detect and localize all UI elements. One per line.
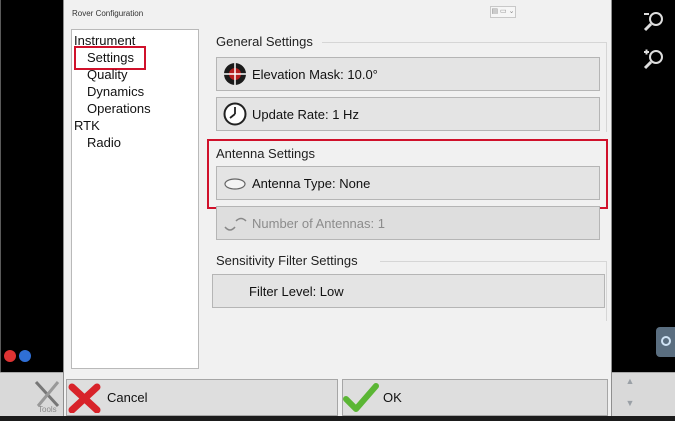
bluetooth-icon[interactable] [19,350,31,362]
tree-item-quality[interactable]: Quality [87,67,127,82]
cancel-label: Cancel [107,390,148,405]
system-tray [4,350,31,362]
filter-level-label: Filter Level: Low [249,283,344,299]
antenna-icon [224,178,246,190]
window-menu-button[interactable]: ▤ ▭ ⌄ [490,6,516,18]
group-border [322,42,606,43]
tree-item-rtk[interactable]: RTK [74,118,100,133]
antenna-type-label: Antenna Type: None [252,175,371,191]
group-border [606,42,607,132]
crosshair-icon [224,63,246,85]
antenna-settings-title: Antenna Settings [216,146,316,161]
side-panel-tab[interactable] [656,327,675,357]
antenna-type-button[interactable]: Antenna Type: None [216,166,600,200]
cancel-button[interactable]: Cancel [66,379,338,416]
divider [0,0,1,372]
group-border [380,261,606,262]
general-settings-title: General Settings [216,34,313,49]
clock-icon [223,102,247,126]
zoom-out-button[interactable] [640,8,668,34]
checkmark-icon [343,382,379,412]
update-rate-label: Update Rate: 1 Hz [252,106,359,122]
tree-item-radio[interactable]: Radio [87,135,121,150]
background-map-left [0,0,63,372]
number-of-antennas-button[interactable]: Number of Antennas: 1 [216,206,600,240]
tools-label: Tools [38,405,57,414]
sensitivity-settings-title: Sensitivity Filter Settings [216,253,358,268]
scroll-down-button[interactable]: ▼ [620,398,640,412]
scroll-up-button[interactable]: ▲ [620,376,640,390]
ok-button[interactable]: OK [342,379,608,416]
zoom-in-icon [643,49,663,70]
tree-item-dynamics[interactable]: Dynamics [87,84,144,99]
cancel-x-icon [68,383,101,413]
elevation-mask-button[interactable]: Elevation Mask: 10.0° [216,57,600,91]
record-icon[interactable] [4,350,16,362]
group-border [606,261,607,321]
tree-item-operations[interactable]: Operations [87,101,151,116]
ok-label: OK [383,390,402,405]
update-rate-button[interactable]: Update Rate: 1 Hz [216,97,600,131]
number-of-antennas-label: Number of Antennas: 1 [252,215,385,231]
dialog-title: Rover Configuration [72,9,144,18]
dual-antenna-icon [224,217,247,231]
elevation-mask-label: Elevation Mask: 10.0° [252,66,378,82]
zoom-in-button[interactable] [640,46,668,72]
filter-level-button[interactable]: Filter Level: Low [212,274,605,308]
zoom-out-icon [643,12,663,32]
